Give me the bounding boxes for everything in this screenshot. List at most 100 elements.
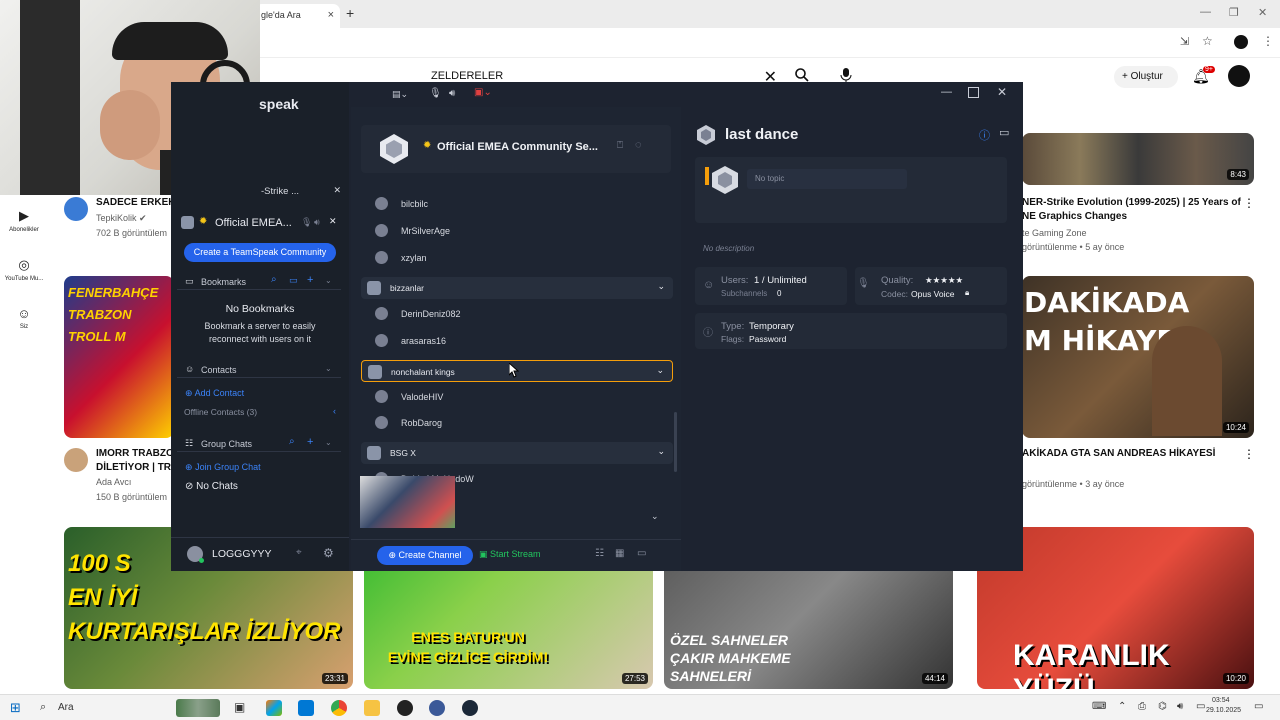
- user-row[interactable]: ValodeHIV: [363, 384, 678, 410]
- screen-icon[interactable]: ▭: [637, 548, 646, 559]
- user-row[interactable]: bilcbilc: [363, 191, 678, 217]
- chevron-down-icon[interactable]: ⌄: [325, 276, 332, 285]
- folder-icon[interactable]: ▭: [289, 275, 298, 286]
- server-header[interactable]: ✹ Official EMEA Community Se... ⍞ ◌: [361, 125, 671, 173]
- tab-official-emea[interactable]: ✹ Official EMEA... 🎙︎ 🔊︎ ✕: [177, 212, 341, 234]
- clock-date[interactable]: 29.10.2025: [1206, 707, 1241, 714]
- tab-close-icon[interactable]: ✕: [333, 185, 341, 196]
- chrome-icon[interactable]: [331, 700, 347, 716]
- add-icon[interactable]: +: [307, 274, 313, 286]
- ts-minimize-button[interactable]: —: [941, 86, 952, 98]
- copilot-icon[interactable]: [266, 700, 282, 716]
- video-title[interactable]: AKİKADA GTA SAN ANDREAS HİKAYESİ: [1022, 447, 1242, 461]
- search-highlight-image[interactable]: [176, 699, 220, 717]
- video-title[interactable]: IMORR TRABZO DİLETİYOR | TR: [96, 447, 176, 475]
- chat-icon[interactable]: ◌: [635, 139, 642, 151]
- new-tab-button[interactable]: +: [346, 5, 354, 21]
- add-contact-button[interactable]: ⊕ Add Contact: [185, 388, 244, 399]
- collapse-icon[interactable]: ‹: [333, 406, 336, 416]
- sidebar-item-youtube-music[interactable]: ◎ YouTube Mu...: [0, 257, 48, 282]
- more-options-icon[interactable]: ⋮: [1243, 196, 1255, 210]
- browser-minimize-button[interactable]: —: [1200, 6, 1211, 18]
- keyboard-icon[interactable]: ⌨: [1092, 701, 1106, 712]
- add-icon[interactable]: +: [307, 436, 313, 448]
- channel-avatar[interactable]: [64, 448, 88, 472]
- windows-start-icon[interactable]: ⊞: [10, 700, 21, 716]
- join-group-chat-button[interactable]: ⊕ Join Group Chat: [185, 462, 261, 473]
- create-channel-button[interactable]: ⊕ Create Channel: [377, 546, 473, 565]
- tab-counter-strike[interactable]: -Strike ... ✕: [171, 182, 341, 202]
- location-icon[interactable]: ⌖: [296, 547, 302, 558]
- video-title[interactable]: NER-Strike Evolution (1999-2025) | 25 Ye…: [1022, 196, 1252, 224]
- stream-icon[interactable]: ▣⌄: [474, 87, 492, 98]
- network-icon[interactable]: ⌬: [1158, 701, 1167, 712]
- more-options-icon[interactable]: ⋮: [1243, 447, 1255, 461]
- ts-maximize-button[interactable]: [968, 87, 979, 98]
- browser-maximize-button[interactable]: ❐: [1229, 6, 1239, 19]
- outlook-icon[interactable]: [298, 700, 314, 716]
- video-channel[interactable]: Ada Avcı: [96, 476, 131, 489]
- taskbar-search-icon[interactable]: ⌕: [40, 701, 46, 714]
- steam-icon[interactable]: [462, 700, 478, 716]
- chevron-down-icon[interactable]: ⌄: [657, 281, 665, 292]
- users-icon[interactable]: ☷: [595, 548, 604, 559]
- settings-gear-icon[interactable]: ⚙: [323, 546, 334, 560]
- account-avatar[interactable]: [1228, 65, 1250, 87]
- search-icon[interactable]: [794, 67, 810, 83]
- file-explorer-icon[interactable]: [364, 700, 380, 716]
- username[interactable]: LOGGGYYY: [212, 548, 272, 560]
- user-row[interactable]: RobDarog: [363, 410, 678, 436]
- create-community-button[interactable]: Create a TeamSpeak Community: [184, 243, 336, 262]
- user-row[interactable]: xzylan: [363, 245, 678, 271]
- profile-icon[interactable]: [1234, 35, 1248, 49]
- chevron-down-icon[interactable]: ⌄: [657, 446, 665, 457]
- away-status-icon[interactable]: ▤⌄: [392, 89, 408, 100]
- info-icon[interactable]: ⓘ: [979, 127, 990, 143]
- chevron-down-icon[interactable]: ⌄: [325, 364, 332, 373]
- video-channel[interactable]: te Gaming Zone: [1022, 227, 1087, 240]
- video-thumbnail[interactable]: DAKİKADA M HİKAYE 10:24: [1022, 276, 1254, 438]
- notification-center-icon[interactable]: ▭: [1254, 701, 1263, 712]
- taskbar-search-label[interactable]: Ara: [58, 702, 74, 713]
- search-icon[interactable]: ⌕: [289, 436, 295, 447]
- menu-icon[interactable]: ⋮: [1262, 34, 1274, 48]
- chevron-down-icon[interactable]: ⌄: [656, 365, 664, 376]
- user-row[interactable]: arasaras16: [363, 328, 678, 354]
- teamspeak-icon[interactable]: [429, 700, 445, 716]
- task-view-icon[interactable]: ▣: [234, 700, 250, 716]
- user-row[interactable]: MrSilverAge: [363, 218, 678, 244]
- stream-preview[interactable]: [360, 476, 455, 528]
- folder-icon[interactable]: ▭: [999, 126, 1009, 139]
- user-row[interactable]: DerinDeniz082: [363, 301, 678, 327]
- printer-icon[interactable]: ⎙: [1138, 701, 1146, 712]
- chevron-down-icon[interactable]: ⌄: [651, 511, 659, 522]
- ts-close-button[interactable]: ✕: [997, 85, 1007, 99]
- chevron-down-icon[interactable]: ⌄: [325, 438, 332, 447]
- microphone-icon[interactable]: 🎙︎: [429, 88, 442, 99]
- video-channel[interactable]: TepkiKolik ✔: [96, 212, 147, 225]
- browser-close-button[interactable]: ✕: [1258, 6, 1267, 19]
- video-title[interactable]: SADECE ERKEK: [96, 196, 176, 210]
- video-thumbnail[interactable]: FENERBAHÇE TRABZON TROLL M: [64, 276, 174, 438]
- install-icon[interactable]: ⇲: [1180, 35, 1189, 48]
- sidebar-item-you[interactable]: ☺ Siz: [0, 306, 48, 330]
- tab-close-button[interactable]: ×: [328, 9, 334, 21]
- sidebar-item-subscriptions[interactable]: ▶ Abonelikler: [0, 208, 48, 233]
- show-hidden-icons[interactable]: ⌃: [1118, 701, 1126, 712]
- start-stream-button[interactable]: ▣ Start Stream: [479, 549, 541, 560]
- clock-time[interactable]: 03:54: [1212, 697, 1230, 704]
- channel-row[interactable]: BSG X ⌄: [361, 442, 673, 464]
- obs-icon[interactable]: [397, 700, 413, 716]
- offline-contacts[interactable]: Offline Contacts (3): [184, 407, 257, 417]
- speaker-icon[interactable]: 🔊︎: [449, 88, 455, 99]
- tab-close-icon[interactable]: ✕: [329, 216, 337, 227]
- layout-icon[interactable]: ▦: [615, 548, 624, 559]
- create-button[interactable]: + Oluştur: [1114, 66, 1178, 88]
- video-thumbnail[interactable]: 8:43: [1022, 133, 1254, 185]
- browser-tab[interactable]: gle'da Ara ×: [255, 4, 340, 28]
- star-icon[interactable]: ☆: [1202, 34, 1213, 48]
- channel-avatar[interactable]: [64, 197, 88, 221]
- volume-icon[interactable]: 🔊︎: [1177, 701, 1183, 712]
- search-icon[interactable]: ⌕: [271, 274, 277, 285]
- scrollbar[interactable]: [674, 412, 677, 472]
